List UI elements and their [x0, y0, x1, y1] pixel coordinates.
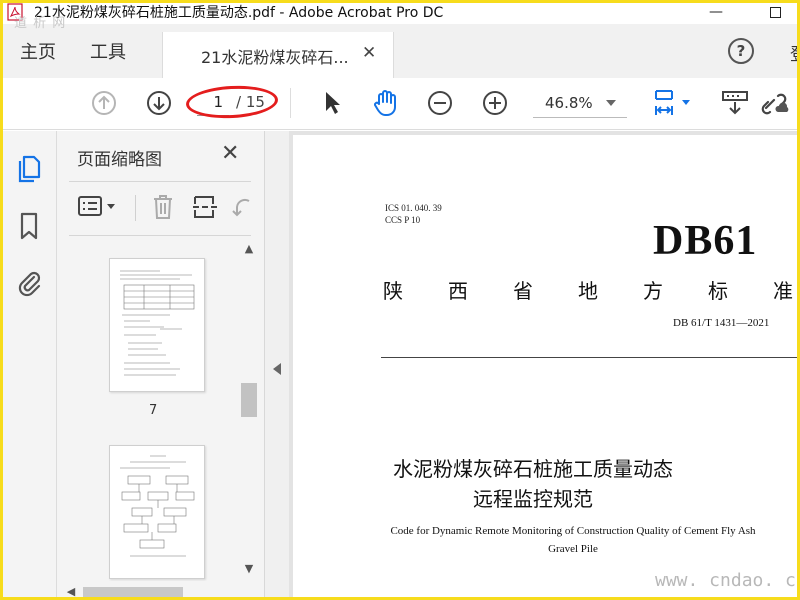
page-thumbnail-preview: [120, 270, 195, 376]
doc-standard-code: DB61: [653, 218, 758, 264]
panel-collapse-strip[interactable]: [265, 131, 289, 600]
doc-title-line2: 远程监控规范: [473, 487, 593, 511]
toolbar-divider: [290, 88, 291, 118]
zoom-value: 46.8%: [545, 94, 593, 112]
tab-document[interactable]: 21水泥粉煤灰碎石... ✕: [162, 32, 394, 78]
bookmark-icon[interactable]: [16, 211, 42, 241]
toolbar-divider: [135, 195, 136, 221]
chevron-down-icon: [606, 100, 616, 106]
doc-ics: ICS 01. 040. 39: [385, 203, 442, 213]
scroll-up-icon[interactable]: ▲: [243, 243, 255, 255]
thumbnail-list: 7: [57, 241, 237, 581]
site-watermark: www. cndao. com: [655, 570, 800, 591]
thumbnail-label: 7: [149, 403, 158, 418]
minimize-icon: —: [709, 4, 723, 20]
horizontal-scrollbar[interactable]: ◀: [65, 585, 249, 599]
scroll-thumb[interactable]: [241, 383, 257, 417]
help-icon[interactable]: ?: [728, 38, 754, 64]
doc-title-en-line1: Code for Dynamic Remote Monitoring of Co…: [390, 525, 756, 537]
issuer-char: 地: [578, 279, 598, 303]
tab-tools[interactable]: 工具: [90, 38, 126, 64]
logo-watermark: 道 析 网: [14, 16, 67, 31]
navigation-rail: [0, 131, 57, 600]
page-thumbnail-7[interactable]: [109, 258, 205, 392]
tab-bar: 主页 工具 21水泥粉煤灰碎石... ✕ ? 登: [0, 24, 800, 78]
arrow-down-circle-icon[interactable]: [146, 90, 172, 116]
thumbnail-scrollbar[interactable]: ▲ ▼: [239, 241, 259, 577]
link-cloud-icon[interactable]: [760, 88, 792, 118]
doc-rule: [381, 357, 800, 358]
zoom-dropdown[interactable]: 46.8%: [533, 90, 627, 118]
trash-icon[interactable]: [150, 193, 176, 221]
minus-circle-icon[interactable]: [427, 90, 453, 116]
scroll-down-icon[interactable]: ▼: [243, 563, 255, 575]
issuer-char: 陕: [383, 279, 403, 303]
doc-title-line1: 水泥粉煤灰碎石桩施工质量动态: [393, 457, 673, 481]
thumbnails-panel: 页面缩略图 ✕ 7 ▲ ▼ ◀: [57, 131, 265, 600]
tab-home[interactable]: 主页: [20, 38, 56, 64]
doc-number: DB 61/T 1431—2021: [673, 317, 770, 329]
issuer-char: 方: [643, 279, 663, 303]
scroll-mode-icon[interactable]: [720, 88, 750, 118]
maximize-icon: [769, 6, 781, 18]
document-tab-label: 21水泥粉煤灰碎石...: [201, 48, 349, 67]
page-thumbnail-preview: [120, 455, 195, 557]
issuer-char: 准: [773, 279, 793, 303]
pdf-page: ICS 01. 040. 39 CCS P 10 DB61 陕 西 省 地 方 …: [293, 135, 800, 600]
cursor-arrow-icon[interactable]: [322, 90, 342, 116]
minimize-button[interactable]: —: [706, 2, 726, 22]
close-icon[interactable]: ✕: [221, 141, 239, 166]
issuer-char: 西: [448, 279, 468, 303]
arrow-up-circle-icon[interactable]: [91, 90, 117, 116]
options-menu-icon[interactable]: [77, 193, 121, 221]
doc-ccs: CCS P 10: [385, 215, 421, 225]
sign-in-link[interactable]: 登: [790, 40, 800, 65]
panel-divider: [69, 181, 251, 182]
title-bar: 21水泥粉煤灰碎石桩施工质量动态.pdf - Adobe Acrobat Pro…: [0, 0, 800, 24]
doc-issuer: 陕 西 省 地 方 标 准: [383, 275, 793, 304]
page-thumbnail-8[interactable]: [109, 445, 205, 579]
doc-title-en-line2: Gravel Pile: [548, 543, 598, 555]
rotate-icon[interactable]: [231, 193, 255, 221]
plus-circle-icon[interactable]: [482, 90, 508, 116]
close-tab-icon[interactable]: ✕: [362, 43, 376, 63]
help-glyph: ?: [736, 42, 746, 60]
paperclip-icon[interactable]: [16, 267, 42, 297]
toolbar: 1 / 15 46.8%: [0, 78, 800, 130]
scroll-thumb[interactable]: [83, 587, 183, 597]
collapse-arrow-icon[interactable]: [273, 363, 281, 375]
document-viewport[interactable]: ICS 01. 040. 39 CCS P 10 DB61 陕 西 省 地 方 …: [289, 131, 800, 600]
fit-page-icon[interactable]: [652, 88, 696, 118]
page-thumbnails-icon[interactable]: [16, 153, 42, 183]
window-title: 21水泥粉煤灰碎石桩施工质量动态.pdf - Adobe Acrobat Pro…: [34, 5, 444, 21]
panel-divider: [69, 235, 251, 236]
issuer-char: 省: [513, 279, 533, 303]
issuer-char: 标: [708, 279, 728, 303]
panel-title: 页面缩略图: [77, 150, 162, 170]
maximize-button[interactable]: [765, 2, 785, 22]
insert-page-icon[interactable]: [191, 193, 219, 221]
hand-icon[interactable]: [371, 88, 401, 118]
scroll-left-icon[interactable]: ◀: [65, 586, 77, 598]
